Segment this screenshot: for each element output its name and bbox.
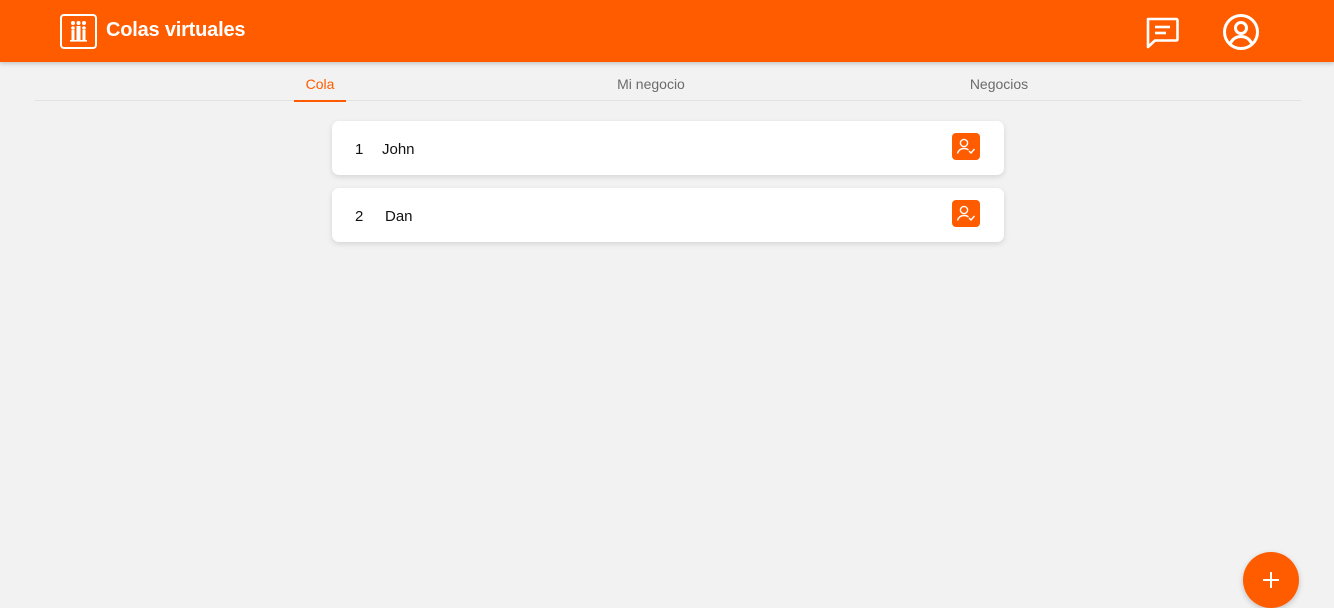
attend-button[interactable] (952, 133, 980, 160)
app-header: Colas virtuales (0, 0, 1334, 62)
people-queue-icon (60, 14, 97, 49)
account-circle-icon (1223, 14, 1259, 50)
chat-button[interactable] (1144, 16, 1180, 50)
queue-item: 1 John (332, 121, 1004, 175)
tab-negocios[interactable]: Negocios (955, 62, 1043, 101)
add-fab-button[interactable] (1243, 552, 1299, 608)
chat-message-icon (1146, 17, 1179, 49)
app-title: Colas virtuales (106, 19, 246, 41)
attend-button[interactable] (952, 200, 980, 227)
tab-mi-negocio[interactable]: Mi negocio (601, 62, 701, 101)
queue-position: 2 (355, 208, 364, 225)
queue-name: John (382, 141, 415, 158)
tab-cola[interactable]: Cola (294, 62, 346, 102)
queue-position: 1 (355, 141, 364, 158)
tab-bar: Cola Mi negocio Negocios (35, 62, 1301, 102)
account-button[interactable] (1221, 12, 1261, 52)
queue-name: Dan (385, 208, 413, 225)
queue-item: 2 Dan (332, 188, 1004, 242)
person-check-icon (956, 138, 976, 155)
person-check-icon (956, 205, 976, 222)
plus-icon (1263, 572, 1279, 588)
